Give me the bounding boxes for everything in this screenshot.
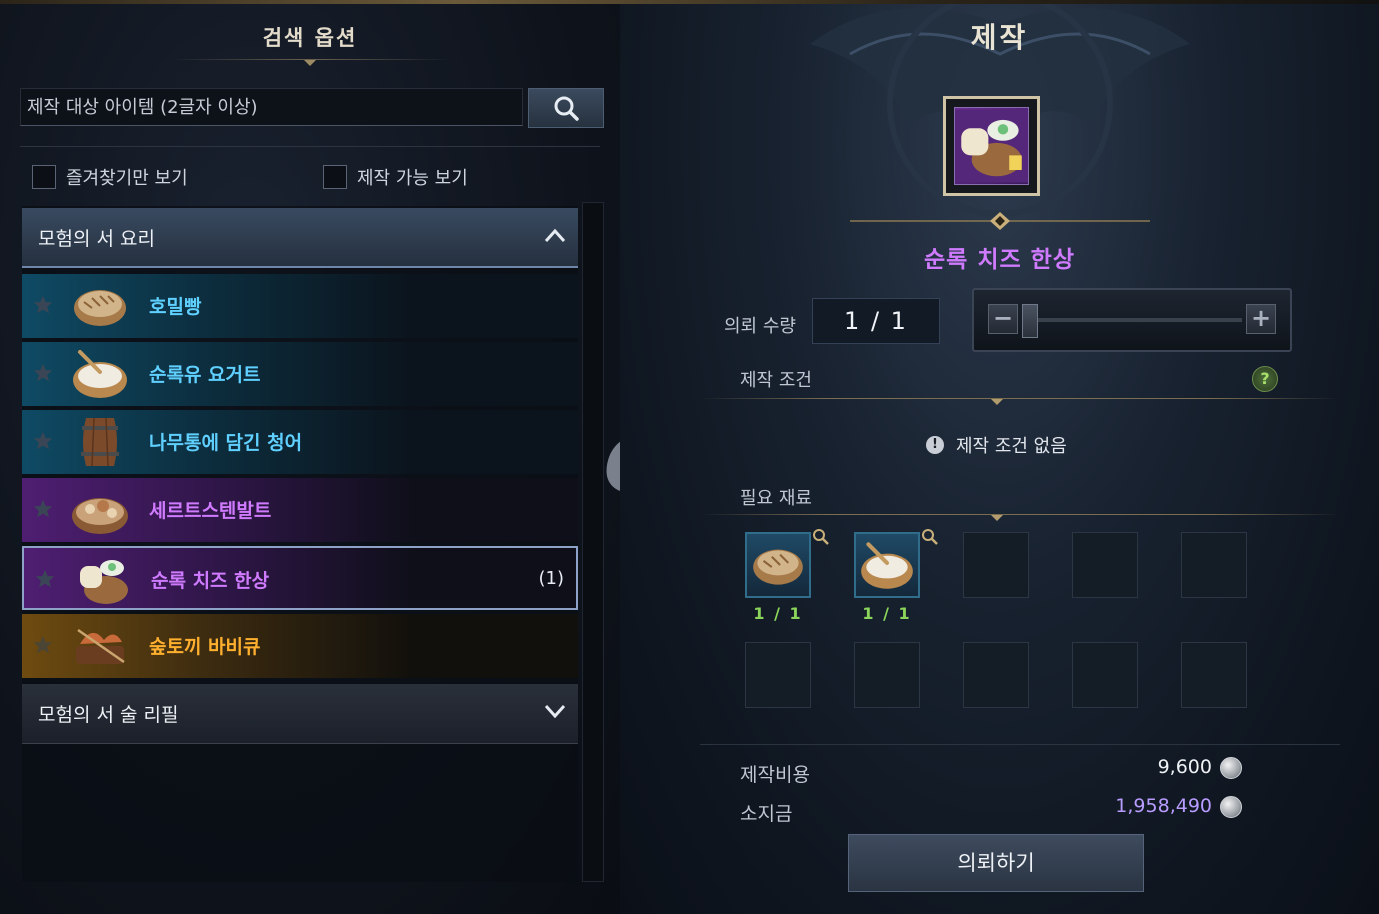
empty-material-slot [1072, 642, 1138, 708]
yogurt-bowl-icon [73, 350, 127, 398]
stew-platter-icon [72, 498, 128, 534]
help-icon[interactable]: ? [1252, 366, 1278, 392]
material-slot[interactable] [854, 532, 920, 598]
divider-arrow-icon [991, 515, 1003, 521]
result-item-name: 순록 치즈 한상 [924, 247, 1075, 273]
craftable-only-checkbox[interactable]: 제작 가능 보기 [323, 164, 468, 190]
cost-divider [700, 744, 1340, 745]
slider-handle[interactable] [1022, 304, 1038, 338]
item-name: 숲토끼 바비큐 [149, 636, 261, 658]
empty-material-slot [745, 642, 811, 708]
materials-divider [700, 514, 1340, 515]
magnifier-icon[interactable] [921, 528, 939, 546]
empty-material-slot [854, 642, 920, 708]
result-item-slot[interactable] [943, 96, 1040, 196]
list-scrollbar[interactable] [582, 202, 604, 882]
star-icon[interactable] [32, 634, 54, 656]
conditions-label: 제작 조건 [740, 370, 812, 391]
conditions-divider [700, 398, 1340, 399]
craftable-only-label: 제작 가능 보기 [357, 168, 468, 189]
materials-label: 필요 재료 [740, 488, 812, 509]
divider-arrow-icon [991, 399, 1003, 405]
info-icon: ! [926, 436, 944, 454]
category-cooking[interactable]: 모험의 서 요리 [22, 208, 578, 268]
item-name: 호밀빵 [149, 296, 202, 318]
owned-gold-label: 소지금 [740, 803, 793, 825]
search-input[interactable] [21, 89, 522, 125]
search-button[interactable] [528, 88, 604, 128]
material-slot[interactable] [745, 532, 811, 598]
empty-material-slot [1181, 642, 1247, 708]
favorites-only-label: 즐겨찾기만 보기 [66, 168, 188, 189]
bbq-icon [76, 628, 125, 664]
silver-coin-icon [1220, 757, 1242, 779]
ornament-divider-icon [850, 212, 1150, 230]
star-icon[interactable] [32, 362, 54, 384]
checkbox-box[interactable] [323, 165, 347, 189]
search-field[interactable] [20, 88, 523, 126]
list-item-selected[interactable]: 순록 치즈 한상 (1) [22, 546, 578, 610]
category-label: 모험의 서 요리 [38, 227, 155, 250]
minus-button[interactable]: − [988, 304, 1018, 334]
list-item[interactable]: 순록유 요거트 [22, 342, 578, 406]
request-button[interactable]: 의뢰하기 [848, 834, 1144, 892]
star-icon[interactable] [32, 430, 54, 452]
empty-material-slot [963, 642, 1029, 708]
chevron-down-icon [544, 704, 566, 719]
plus-button[interactable]: + [1246, 304, 1276, 334]
checkbox-box[interactable] [32, 165, 56, 189]
material-count: 1 / 1 [862, 604, 912, 623]
craft-title: 제작 [970, 21, 1029, 54]
item-name: 나무통에 담긴 청어 [149, 432, 303, 454]
item-name: 순록 치즈 한상 [151, 570, 270, 592]
quantity-slider[interactable]: − + [972, 288, 1292, 352]
item-count: (1) [538, 568, 565, 589]
empty-material-slot [1181, 532, 1247, 598]
category-drink-refill[interactable]: 모험의 서 술 리필 [22, 684, 578, 744]
craft-cost-label: 제작비용 [740, 764, 810, 786]
search-icon [554, 96, 579, 121]
item-name: 순록유 요거트 [149, 364, 261, 386]
craft-panel: 제작 순록 치즈 한상 의뢰 수량 1 / 1 − + 제작 조건 ? ! 제작… [620, 4, 1379, 914]
star-icon[interactable] [32, 294, 54, 316]
no-conditions-message: ! 제작 조건 없음 [926, 432, 1067, 458]
star-icon[interactable] [34, 568, 56, 590]
quantity-label: 의뢰 수량 [724, 316, 796, 337]
material-count: 1 / 1 [753, 604, 803, 623]
search-panel: 검색 옵션 즐겨찾기만 보기 제작 가능 보기 모험의 서 요리 [0, 4, 620, 914]
list-item[interactable]: 나무통에 담긴 청어 [22, 410, 578, 474]
no-conditions-text: 제작 조건 없음 [956, 436, 1067, 457]
star-icon[interactable] [32, 498, 54, 520]
quantity-value[interactable]: 1 / 1 [812, 298, 940, 344]
list-item[interactable]: 세르트스텐발트 [22, 478, 578, 542]
owned-gold-value: 1,958,490 [1115, 795, 1212, 817]
search-panel-title: 검색 옵션 [262, 26, 358, 50]
silver-coin-icon [1220, 796, 1242, 818]
favorites-only-checkbox[interactable]: 즐겨찾기만 보기 [32, 164, 188, 190]
list-item[interactable]: 숲토끼 바비큐 [22, 614, 578, 678]
slider-track[interactable] [1024, 318, 1242, 322]
recipe-list: 모험의 서 요리 호밀빵 순록유 요거트 나무통에 담긴 청어 세르트스텐발트 … [22, 206, 578, 882]
cheese-platter-icon [954, 107, 1029, 185]
chevron-up-icon [544, 228, 566, 243]
category-label: 모험의 서 술 리필 [38, 704, 179, 726]
title-arrow-icon [304, 60, 316, 66]
item-name: 세르트스텐발트 [149, 500, 272, 522]
empty-material-slot [963, 532, 1029, 598]
cheese-platter-icon [80, 560, 128, 604]
empty-material-slot [1072, 532, 1138, 598]
rye-bread-icon [753, 549, 803, 585]
search-divider [20, 146, 600, 147]
list-item[interactable]: 호밀빵 [22, 274, 578, 338]
craft-cost-value: 9,600 [1157, 756, 1212, 778]
barrel-icon [81, 417, 119, 467]
yogurt-bowl-icon [861, 542, 913, 589]
magnifier-icon[interactable] [812, 528, 830, 546]
rye-bread-icon [74, 290, 126, 326]
